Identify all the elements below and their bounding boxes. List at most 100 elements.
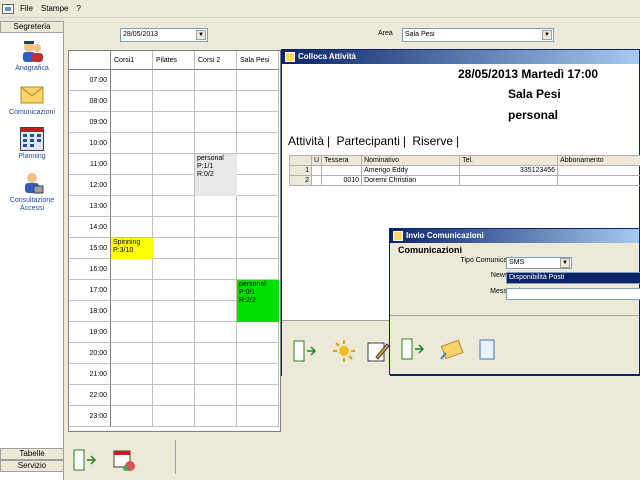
tab-partecipanti[interactable]: Partecipanti: [336, 134, 399, 148]
app-icon[interactable]: [2, 3, 14, 14]
grid-cell[interactable]: [111, 196, 153, 217]
grid-cell[interactable]: [111, 280, 153, 301]
grid-cell[interactable]: [111, 406, 153, 427]
grid-cell[interactable]: [153, 133, 195, 154]
grid-cell[interactable]: [237, 112, 279, 133]
grid-cell[interactable]: [153, 217, 195, 238]
sun-gear-icon[interactable]: [332, 339, 356, 363]
grid-cell[interactable]: [237, 238, 279, 259]
grid-cell[interactable]: [153, 112, 195, 133]
date-picker[interactable]: 28/05/2013 ▼: [120, 28, 208, 42]
newsletter-field[interactable]: Disponibilità Posti: [506, 272, 640, 284]
grid-cell[interactable]: [237, 154, 279, 175]
grid-cell[interactable]: [237, 385, 279, 406]
grid-cell[interactable]: [195, 406, 237, 427]
grid-cell[interactable]: [153, 322, 195, 343]
grid-cell[interactable]: [237, 259, 279, 280]
planning-event[interactable]: personal P:1/1 R:0/2: [195, 154, 237, 196]
menu-help[interactable]: ?: [72, 4, 84, 13]
grid-cell[interactable]: [153, 91, 195, 112]
grid-cell[interactable]: [153, 154, 195, 175]
grid-cell[interactable]: [111, 322, 153, 343]
menu-file[interactable]: File: [16, 4, 37, 13]
sidebar-item-planning[interactable]: Planning: [0, 127, 64, 160]
chevron-down-icon[interactable]: ▼: [196, 30, 206, 40]
exit-door-icon[interactable]: [292, 339, 317, 363]
chevron-down-icon[interactable]: ▼: [542, 30, 552, 40]
table-row[interactable]: 1 Amerigo Eddy 335123456: [289, 165, 640, 176]
invio-title-bar[interactable]: Invio Comunicazioni: [390, 229, 639, 243]
grid-cell[interactable]: [111, 364, 153, 385]
sidebar-item-consultazione-accessi[interactable]: Consultazione Accessi: [0, 171, 64, 213]
grid-cell[interactable]: [195, 343, 237, 364]
grid-cell[interactable]: [153, 301, 195, 322]
edit-pencil-icon[interactable]: [366, 339, 390, 363]
exit-door-icon[interactable]: [72, 448, 97, 472]
grid-cell[interactable]: [153, 406, 195, 427]
grid-cell[interactable]: [195, 385, 237, 406]
col-tel[interactable]: Tel.: [459, 155, 559, 166]
menu-stampe[interactable]: Stampe: [37, 4, 73, 13]
grid-cell[interactable]: [237, 70, 279, 91]
grid-cell[interactable]: [195, 364, 237, 385]
grid-cell[interactable]: [153, 238, 195, 259]
messaggio-input[interactable]: [506, 288, 640, 300]
grid-cell[interactable]: [153, 70, 195, 91]
planning-event[interactable]: Spinning P:3/10: [111, 238, 153, 259]
grid-cell[interactable]: [111, 70, 153, 91]
grid-cell[interactable]: [153, 364, 195, 385]
grid-cell[interactable]: [237, 91, 279, 112]
grid-cell[interactable]: [111, 343, 153, 364]
grid-cell[interactable]: [195, 112, 237, 133]
sidebar-footer-servizio[interactable]: Servizio: [0, 460, 64, 472]
colloca-title-bar[interactable]: Colloca Attività: [282, 50, 639, 64]
grid-cell[interactable]: [237, 406, 279, 427]
grid-cell[interactable]: [111, 154, 153, 175]
grid-cell[interactable]: [153, 196, 195, 217]
area-select[interactable]: Sala Pesi ▼: [402, 28, 554, 42]
grid-cell[interactable]: [195, 91, 237, 112]
sidebar-header-segreteria[interactable]: Segreteria: [0, 21, 64, 33]
col-nominativo[interactable]: Nominativo: [361, 155, 461, 166]
tab-riserve[interactable]: Riserve: [412, 134, 453, 148]
grid-cell[interactable]: [195, 280, 237, 301]
chevron-down-icon[interactable]: ▼: [560, 258, 570, 268]
tab-attivita[interactable]: Attività: [288, 134, 324, 148]
col-u[interactable]: U: [310, 155, 323, 166]
col-abbonamento[interactable]: Abbonamento: [557, 155, 640, 166]
table-row[interactable]: 2 0010 Doremi Christian: [289, 175, 640, 186]
grid-cell[interactable]: [237, 364, 279, 385]
grid-cell[interactable]: [195, 133, 237, 154]
grid-cell[interactable]: [195, 196, 237, 217]
exit-door-icon[interactable]: [400, 337, 425, 361]
grid-cell[interactable]: [153, 343, 195, 364]
grid-cell[interactable]: [111, 112, 153, 133]
grid-cell[interactable]: [111, 175, 153, 196]
calendar-add-icon[interactable]: [112, 448, 136, 472]
grid-cell[interactable]: [195, 301, 237, 322]
grid-cell[interactable]: [111, 91, 153, 112]
grid-cell[interactable]: [153, 385, 195, 406]
grid-cell[interactable]: [237, 322, 279, 343]
grid-cell[interactable]: [111, 259, 153, 280]
sidebar-item-comunicazioni[interactable]: Comunicazioni: [0, 83, 64, 116]
document-icon[interactable]: [476, 337, 500, 361]
grid-cell[interactable]: [153, 259, 195, 280]
grid-cell[interactable]: [237, 133, 279, 154]
grid-cell[interactable]: [153, 175, 195, 196]
grid-cell[interactable]: [237, 175, 279, 196]
grid-cell[interactable]: [237, 343, 279, 364]
tipo-comunicazione-select[interactable]: SMS ▼: [506, 257, 572, 269]
grid-cell[interactable]: [153, 280, 195, 301]
grid-cell[interactable]: [111, 385, 153, 406]
planning-event[interactable]: personal P:0/1 R:2/2: [237, 280, 279, 322]
col-tessera[interactable]: Tessera: [321, 155, 363, 166]
grid-cell[interactable]: [237, 196, 279, 217]
grid-cell[interactable]: [237, 217, 279, 238]
grid-cell[interactable]: [195, 217, 237, 238]
grid-cell[interactable]: [195, 322, 237, 343]
grid-cell[interactable]: [195, 238, 237, 259]
grid-cell[interactable]: [111, 217, 153, 238]
sidebar-item-anagrafica[interactable]: Anagrafica: [0, 39, 64, 72]
grid-cell[interactable]: [111, 301, 153, 322]
